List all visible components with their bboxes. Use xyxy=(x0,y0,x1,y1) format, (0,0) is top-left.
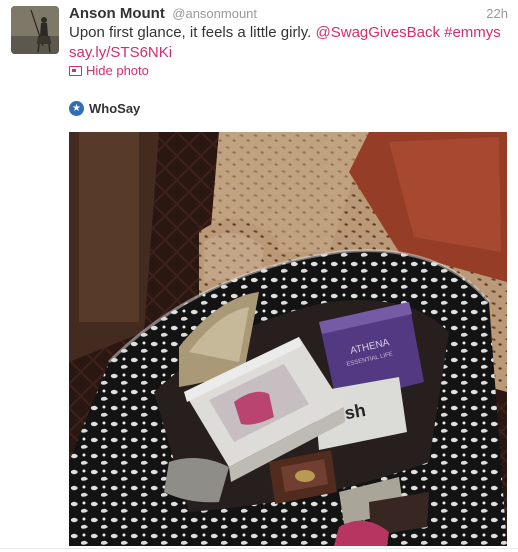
hide-photo-label: Hide photo xyxy=(86,63,149,78)
hide-photo-button[interactable]: Hide photo xyxy=(69,63,149,79)
source-name: WhoSay xyxy=(89,101,141,116)
whosay-icon xyxy=(69,101,84,116)
photo-icon xyxy=(69,66,82,76)
mention-link[interactable]: @SwagGivesBack xyxy=(316,24,440,41)
tweet-photo[interactable]: ATHENA ESSENTIAL LIFE kish xyxy=(69,132,507,546)
hashtag-link[interactable]: #emmys xyxy=(444,24,501,41)
tweet: Anson Mount @ansonmount 22h Upon first g… xyxy=(0,0,518,552)
timestamp[interactable]: 22h xyxy=(486,6,508,21)
avatar[interactable] xyxy=(11,6,59,54)
full-name[interactable]: Anson Mount xyxy=(69,5,165,22)
tweet-text: Upon first glance, it feels a little gir… xyxy=(69,23,509,63)
divider xyxy=(0,548,518,549)
url-link[interactable]: say.ly/STS6NKi xyxy=(69,44,172,61)
username[interactable]: @ansonmount xyxy=(172,6,257,21)
tweet-text-plain: Upon first glance, it feels a little gir… xyxy=(69,24,316,41)
source-attribution[interactable]: WhoSay xyxy=(69,100,140,120)
tweet-header: Anson Mount @ansonmount 22h xyxy=(69,5,508,23)
